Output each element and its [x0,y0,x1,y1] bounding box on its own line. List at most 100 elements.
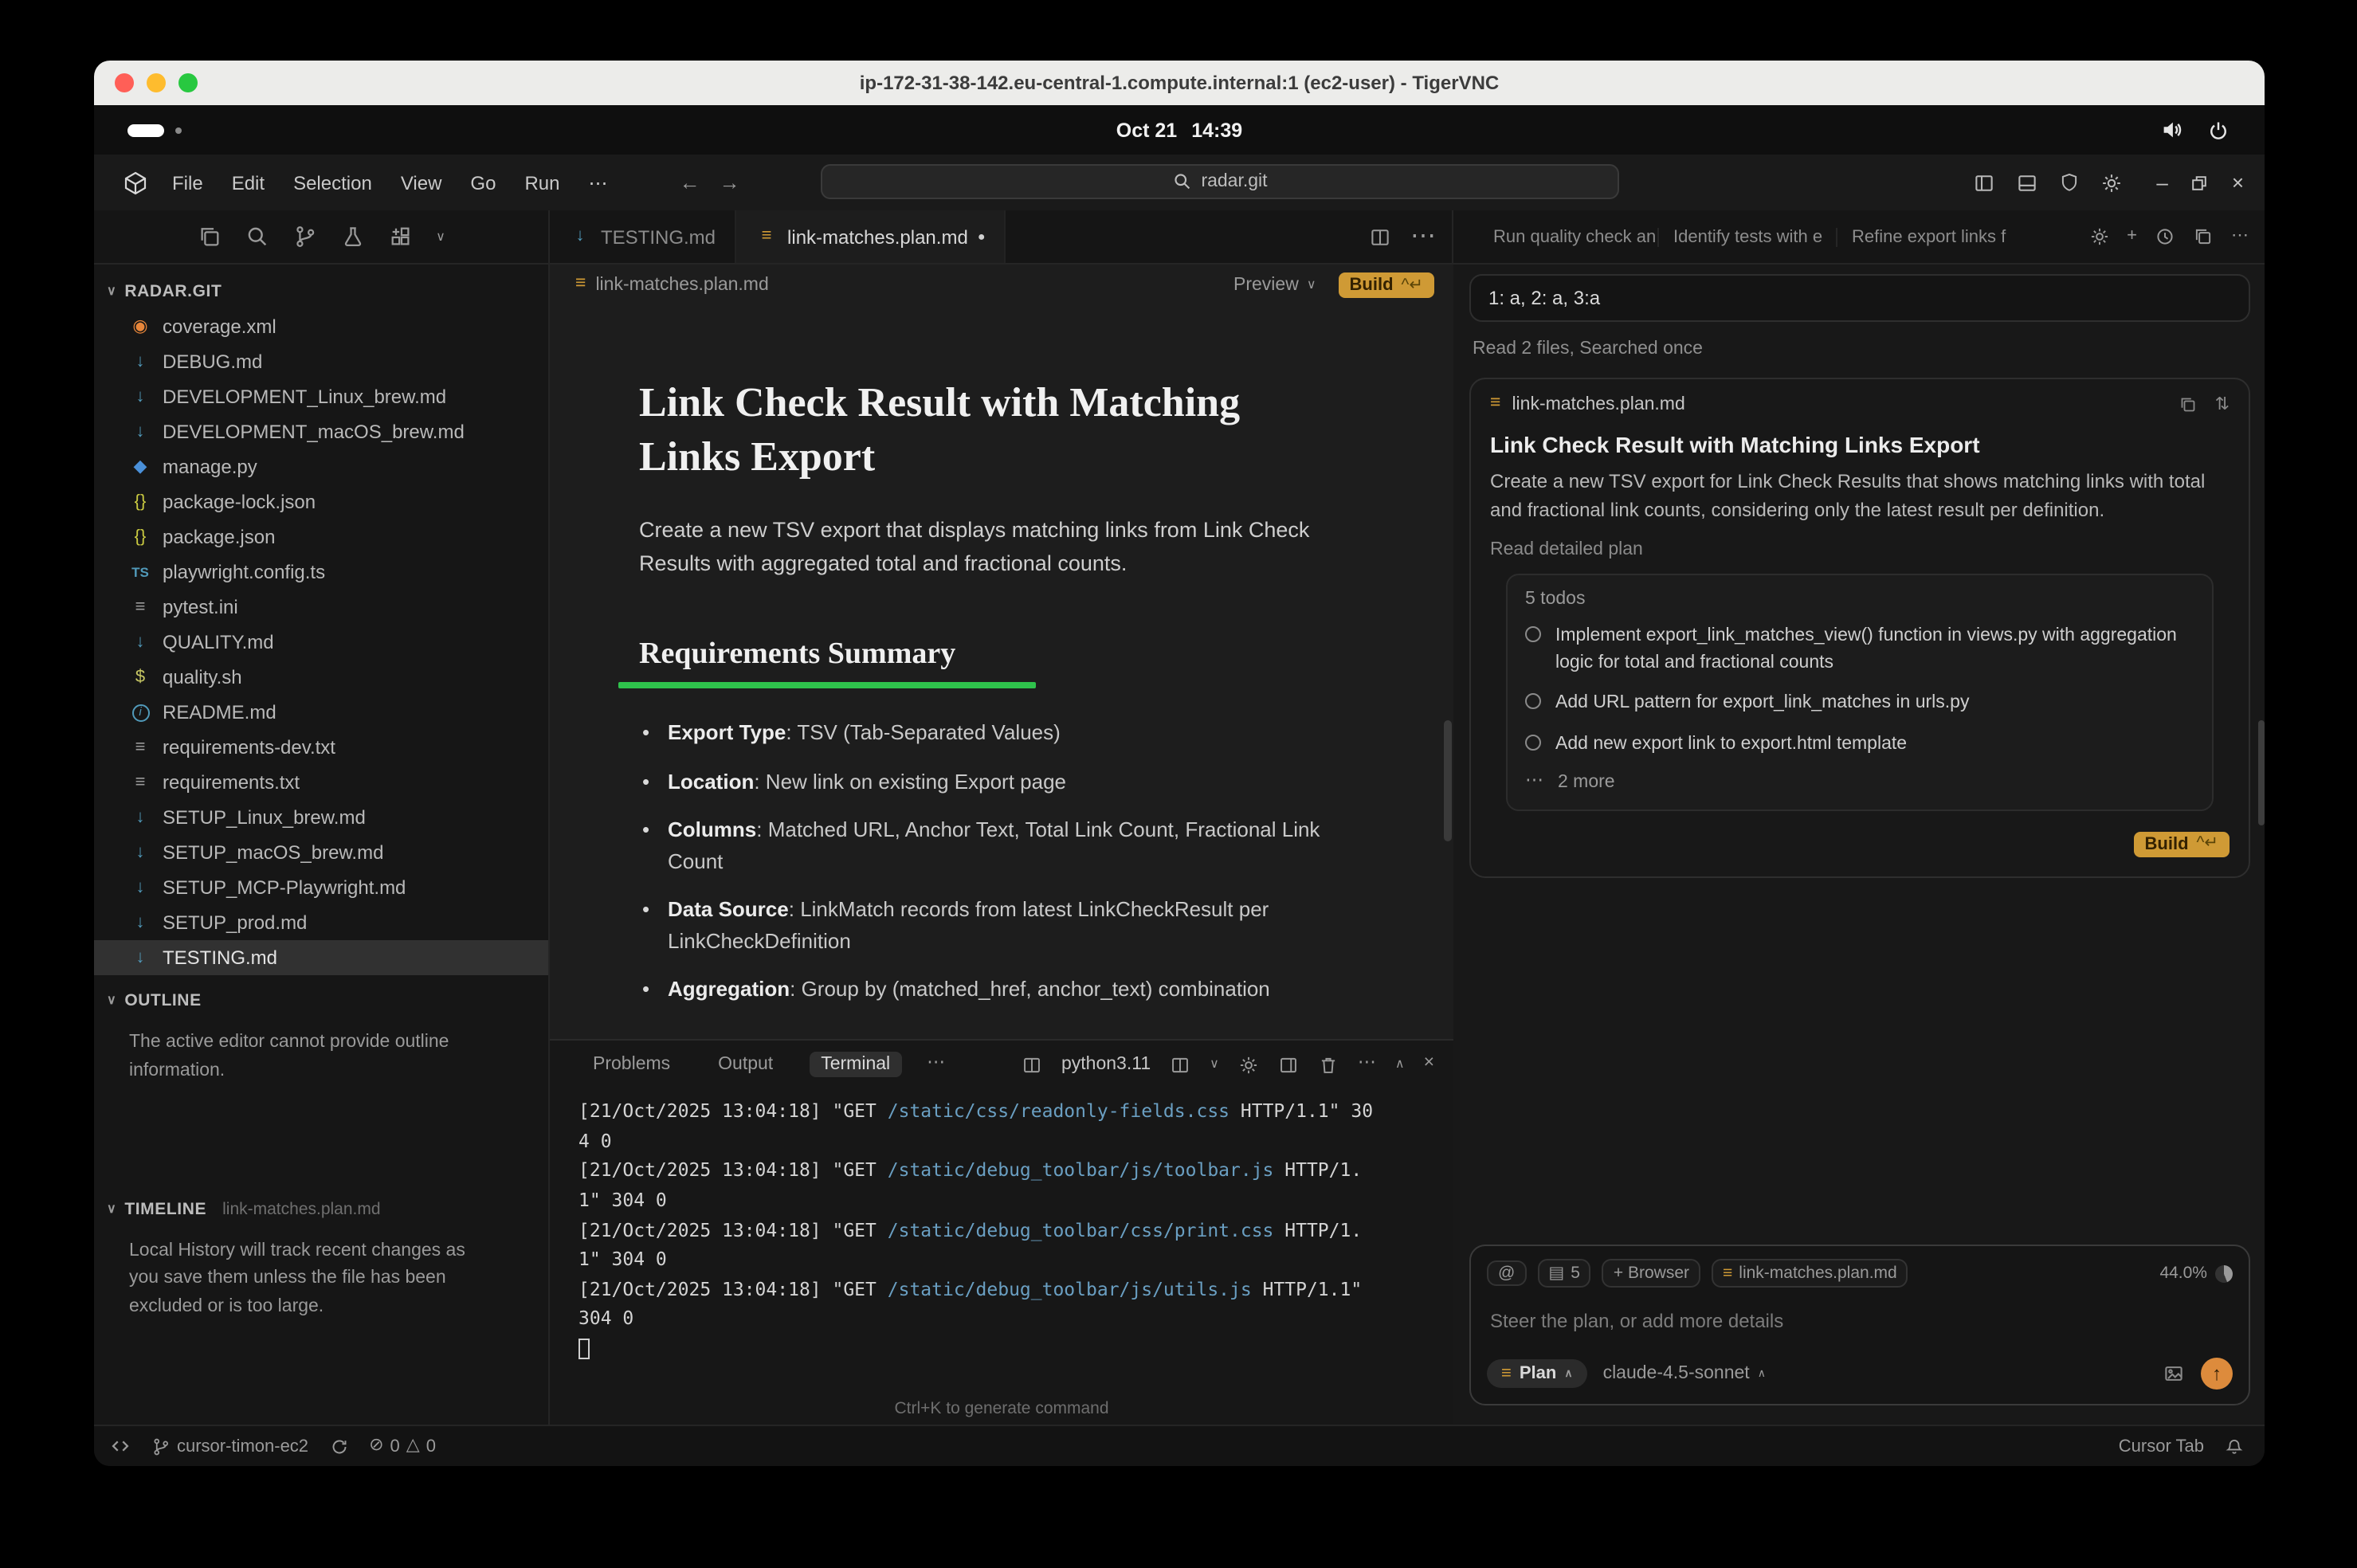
close-window-icon[interactable]: × [2232,172,2244,193]
sync-icon[interactable] [329,1437,348,1456]
terminal-output[interactable]: [21/Oct/2025 13:04:18] "GET /static/css/… [550,1088,1384,1425]
preview-dropdown[interactable]: Preview ∨ [1233,276,1316,295]
toggle-panel-left-icon[interactable] [1973,171,1995,194]
search-tool-icon[interactable] [245,225,269,249]
user-message[interactable]: 1: a, 2: a, 3:a [1469,274,2250,322]
source-control-icon[interactable] [292,225,316,249]
chat-history-icon[interactable] [2155,226,2175,247]
chat-more-icon[interactable]: ⋯ [2231,228,2249,245]
file-item[interactable]: ≡pytest.ini [94,590,548,625]
file-item-selected[interactable]: ↓TESTING.md [94,940,548,975]
file-item[interactable]: TSplaywright.config.ts [94,555,548,590]
todo-more[interactable]: ⋯2 more [1525,772,2194,791]
plan-card-filename[interactable]: link-matches.plan.md [1512,395,1684,414]
tab-problems[interactable]: Problems [582,1052,681,1077]
file-item[interactable]: ↓QUALITY.md [94,625,548,660]
terminal-profile-chevron-icon[interactable]: ∨ [1210,1058,1219,1071]
file-item[interactable]: ↓DEVELOPMENT_macOS_brew.md [94,414,548,449]
editor-scrollbar[interactable] [1444,720,1452,841]
restore-icon[interactable] [2190,173,2210,192]
todo-item[interactable]: Implement export_link_matches_view() fun… [1525,623,2194,676]
file-item[interactable]: ≡requirements.txt [94,765,548,800]
split-terminal-icon[interactable] [1022,1054,1042,1075]
menu-edit[interactable]: Edit [218,171,279,194]
editor-more-icon[interactable]: ⋯ [1410,224,1436,249]
tab-output[interactable]: Output [707,1052,784,1077]
minimize-traffic-light[interactable] [147,73,166,92]
panel-more-icon[interactable]: ⋯ [927,1056,945,1074]
context-usage[interactable]: 44.0% [2159,1264,2233,1283]
context-files-chip[interactable]: ▤5 [1537,1259,1591,1288]
file-item[interactable]: ≡requirements-dev.txt [94,730,548,765]
explorer-root-header[interactable]: ∨ RADAR.GIT [94,274,548,309]
read-detailed-plan-link[interactable]: Read detailed plan [1490,540,2230,559]
back-icon[interactable]: ← [679,172,700,193]
toggle-panel-bottom-icon[interactable] [2016,171,2038,194]
file-item[interactable]: ↓SETUP_Linux_brew.md [94,800,548,835]
copy-plan-icon[interactable] [2179,395,2198,414]
menu-run[interactable]: Run [510,171,574,194]
shell-label[interactable]: python3.11 [1061,1055,1151,1074]
problems-indicator[interactable]: ⊘0 △0 [369,1437,436,1456]
test-flask-icon[interactable] [340,225,364,249]
new-terminal-split-icon[interactable] [1170,1054,1190,1075]
command-search-bar[interactable]: radar.git [821,164,1619,199]
file-item[interactable]: iREADME.md [94,695,548,730]
timeline-section-header[interactable]: ∨ TIMELINE link-matches.plan.md [94,1191,548,1226]
tab-testing-md[interactable]: ↓ TESTING.md [550,210,736,263]
file-item[interactable]: {}package-lock.json [94,484,548,519]
chat-scroll-area[interactable] [1469,877,2250,1245]
menu-file[interactable]: File [158,171,218,194]
file-item[interactable]: ↓DEVELOPMENT_Linux_brew.md [94,379,548,414]
mode-selector[interactable]: ≡ Plan ∧ [1487,1359,1587,1388]
file-item[interactable]: ↓SETUP_MCP-Playwright.md [94,870,548,905]
chat-scrollbar[interactable] [2258,720,2265,825]
attach-image-icon[interactable] [2163,1362,2185,1385]
menu-view[interactable]: View [386,171,457,194]
chat-input-box[interactable]: @ ▤5 + Browser ≡link-matches.plan.md 44.… [1469,1245,2250,1405]
chat-input-placeholder[interactable]: Steer the plan, or add more details [1490,1310,2230,1332]
menu-go[interactable]: Go [456,171,510,194]
chat-tab-1[interactable]: Run quality check an [1479,227,1657,246]
shield-icon[interactable] [2059,172,2080,193]
terminal-more-icon[interactable]: ⋯ [1358,1056,1376,1074]
send-button[interactable]: ↑ [2201,1358,2233,1390]
remote-indicator-icon[interactable] [110,1436,131,1456]
chat-tab-2[interactable]: Identify tests with e [1657,227,1836,246]
terminal-sidepanel-icon[interactable] [1278,1054,1299,1075]
volume-icon[interactable] [2159,118,2183,142]
close-traffic-light[interactable] [115,73,134,92]
kill-terminal-trash-icon[interactable] [1318,1054,1339,1075]
model-selector[interactable]: claude-4.5-sonnet ∧ [1603,1364,1766,1383]
power-icon[interactable] [2207,119,2230,141]
minimize-icon[interactable]: – [2156,172,2167,193]
todo-item[interactable]: Add URL pattern for export_link_matches … [1525,691,2194,717]
open-editors-icon[interactable] [197,225,221,249]
menu-more-icon[interactable]: ⋯ [574,171,622,194]
settings-gear-icon[interactable] [2100,171,2123,194]
tab-terminal[interactable]: Terminal [810,1052,901,1077]
maximize-panel-icon[interactable]: ∧ [1395,1058,1405,1071]
build-button[interactable]: Build ^↵ [1339,272,1434,298]
plan-build-button[interactable]: Build ^↵ [2134,831,2230,857]
chat-activity-meta[interactable]: Read 2 files, Searched once [1473,339,2247,359]
mention-chip[interactable]: @ [1487,1260,1526,1287]
chat-tab-3[interactable]: Refine export links f [1836,227,2014,246]
expand-plan-icon[interactable]: ⇅ [2215,396,2230,414]
cursor-tab-toggle[interactable]: Cursor Tab [2119,1437,2204,1456]
context-file-chip[interactable]: ≡link-matches.plan.md [1712,1259,1908,1288]
close-panel-icon[interactable]: × [1424,1056,1434,1074]
toolbar-chevron-icon[interactable]: ∨ [436,230,445,243]
tab-link-matches-plan[interactable]: ≡ link-matches.plan.md ● [736,210,1006,263]
breadcrumb-file[interactable]: link-matches.plan.md [595,276,768,295]
file-item[interactable]: {}package.json [94,519,548,555]
extensions-icon[interactable] [388,225,412,249]
outline-section-header[interactable]: ∨ OUTLINE [94,983,548,1018]
todo-count[interactable]: 5 todos [1525,590,2194,609]
forward-icon[interactable]: → [719,172,739,193]
zoom-traffic-light[interactable] [178,73,198,92]
notifications-bell-icon[interactable] [2225,1437,2244,1456]
file-item[interactable]: ↓SETUP_macOS_brew.md [94,835,548,870]
file-item[interactable]: $quality.sh [94,660,548,695]
terminal-settings-gear-icon[interactable] [1238,1054,1259,1075]
